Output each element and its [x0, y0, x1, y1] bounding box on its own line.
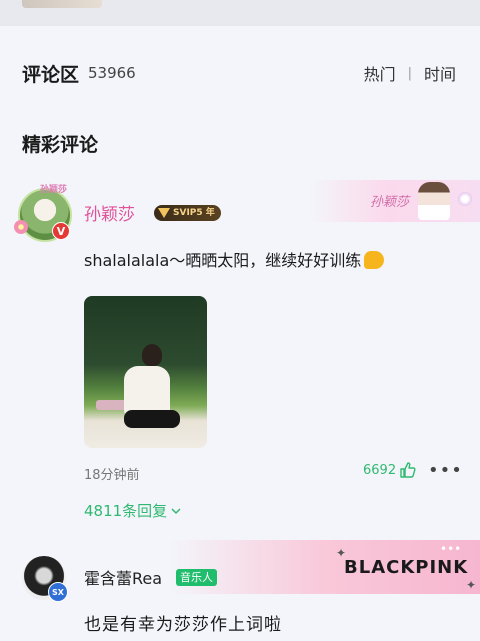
- sx-badge-icon: SX: [48, 582, 68, 602]
- avatar-frame-tag: 孙颖莎: [40, 185, 68, 195]
- comment-username[interactable]: 霍含蕾Rea: [84, 565, 162, 589]
- user-avatar-frame[interactable]: 孙颖莎 V: [14, 185, 76, 242]
- sort-divider: |: [407, 65, 412, 81]
- banner-brand-text: BLACKPINK: [344, 557, 469, 578]
- like-button[interactable]: 6692: [363, 462, 416, 478]
- view-replies-link[interactable]: 4811条回复: [84, 500, 182, 521]
- sort-toggle: 热门 | 时间: [364, 61, 456, 85]
- banner-figure-image: [418, 182, 450, 220]
- sort-time-button[interactable]: 时间: [424, 61, 456, 85]
- comment-text: 也是有幸为莎莎作上词啦: [84, 615, 282, 635]
- sparkle-icon: ✦: [466, 578, 477, 592]
- like-count: 6692: [363, 462, 397, 478]
- previous-thumbnail[interactable]: [22, 0, 102, 8]
- photo-person-head: [142, 344, 162, 366]
- banner-name-text: 孙颖莎: [370, 195, 410, 210]
- user-decoration-banner: 孙颖莎: [310, 180, 480, 222]
- flexed-biceps-emoji-icon: [364, 251, 385, 269]
- comment-text-content: shalalalala～晒晒太阳，继续好好训练: [84, 251, 362, 270]
- flower-icon: [458, 192, 472, 206]
- photo-mat-shape: [96, 400, 126, 410]
- thumbs-up-icon: [400, 462, 416, 478]
- chevron-down-icon: [171, 507, 181, 514]
- sort-hot-button[interactable]: 热门: [364, 61, 396, 85]
- comments-header: 评论区 53966 热门 | 时间: [22, 58, 462, 86]
- comment-text: shalalalala～晒晒太阳，继续好好训练: [84, 247, 385, 271]
- replies-count-label: 4811条回复: [84, 502, 168, 520]
- comment-photo[interactable]: [84, 296, 207, 448]
- musician-badge[interactable]: 音乐人: [176, 569, 217, 586]
- more-options-icon[interactable]: •••: [428, 460, 463, 481]
- user-decoration-banner: ✦ ••• BLACKPINK ✦: [170, 540, 480, 594]
- vip-v-icon: [158, 208, 170, 218]
- comments-count: 53966: [88, 64, 136, 82]
- previous-content-strip: [0, 0, 480, 26]
- photo-person-body: [124, 366, 170, 416]
- comment-username[interactable]: 孙颖莎: [84, 200, 135, 225]
- comments-section-title: 评论区: [22, 64, 80, 86]
- svip-badge-label: SVIP5 年: [173, 208, 215, 218]
- comment-timestamp: 18分钟前: [84, 468, 140, 483]
- photo-person-legs: [124, 410, 180, 428]
- dots-icon: •••: [440, 542, 462, 556]
- verified-badge-icon: V: [52, 222, 70, 240]
- featured-comments-title: 精彩评论: [22, 134, 99, 156]
- svip-badge[interactable]: SVIP5 年: [154, 205, 221, 221]
- flower-icon: [14, 220, 28, 234]
